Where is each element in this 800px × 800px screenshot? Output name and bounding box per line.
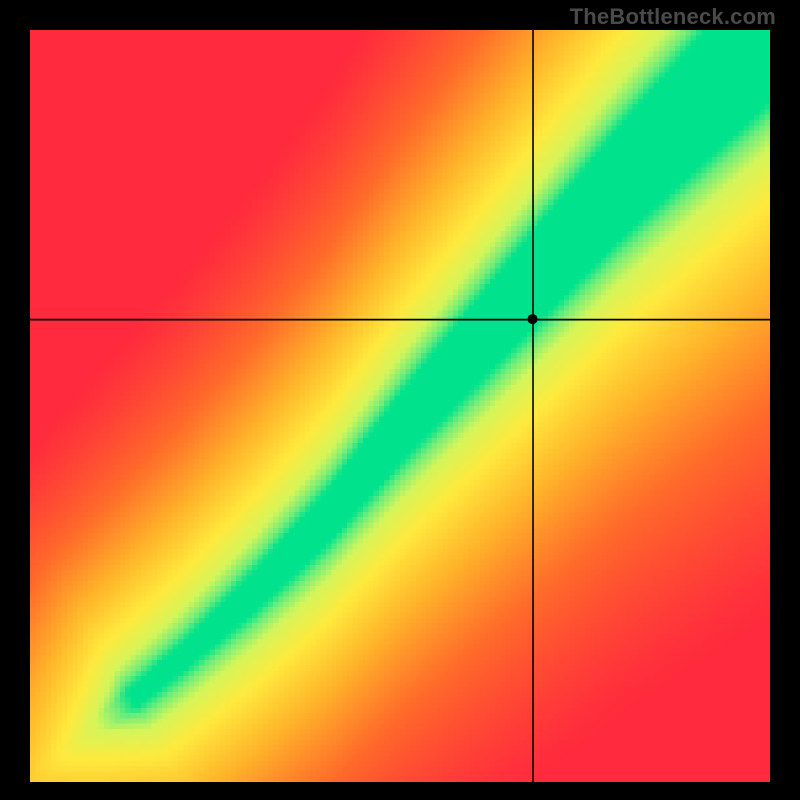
chart-frame: TheBottleneck.com [0,0,800,800]
overlay-canvas [30,30,770,782]
watermark-label: TheBottleneck.com [570,4,776,30]
